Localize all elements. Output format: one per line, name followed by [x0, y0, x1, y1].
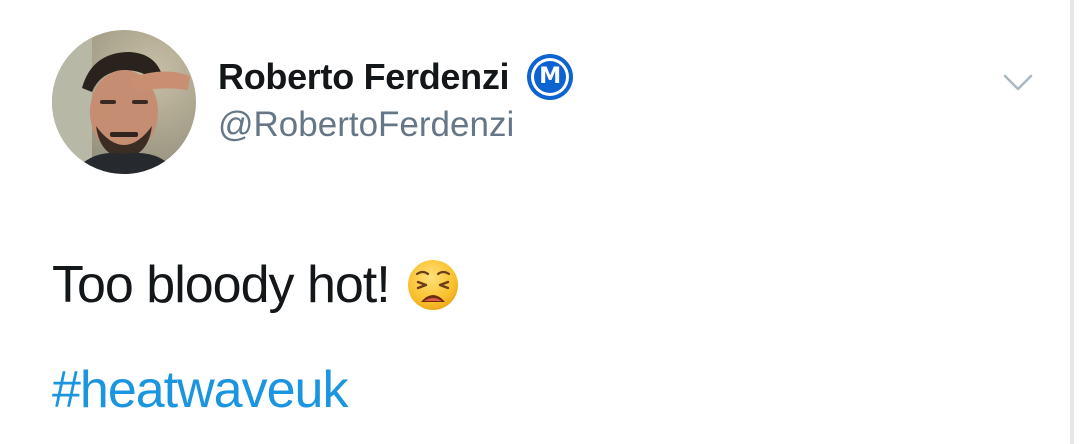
verified-badge-icon: M	[527, 54, 574, 100]
hashtag-link[interactable]: #heatwaveuk	[52, 360, 348, 420]
user-handle[interactable]: @RobertoFerdenzi	[218, 105, 514, 145]
badge-letter: M	[534, 61, 567, 93]
tweet-card: Roberto Ferdenzi M @RobertoFerdenzi Too …	[0, 0, 1080, 444]
tweet-text-content: Too bloody hot!	[52, 256, 391, 314]
tweet-text: Too bloody hot!	[52, 250, 460, 320]
scrollbar-edge	[1070, 0, 1074, 444]
avatar[interactable]	[52, 30, 196, 174]
name-row: Roberto Ferdenzi M	[218, 52, 574, 102]
chevron-down-icon[interactable]	[1000, 64, 1036, 100]
weary-face-icon	[406, 258, 460, 312]
display-name[interactable]: Roberto Ferdenzi	[218, 56, 510, 98]
